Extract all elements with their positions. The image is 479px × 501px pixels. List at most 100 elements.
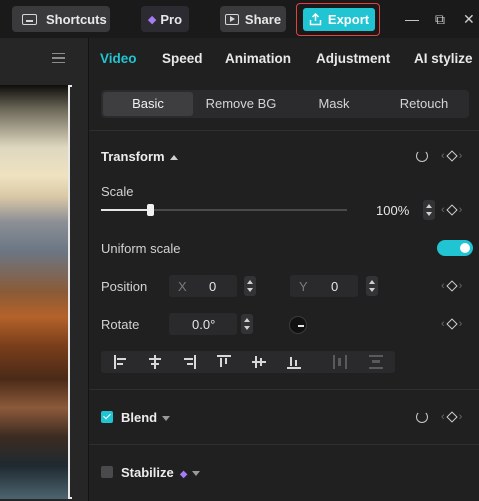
- next-keyframe-icon[interactable]: ›: [459, 204, 463, 216]
- scale-slider-fill: [101, 209, 151, 211]
- minimize-icon[interactable]: —: [405, 10, 419, 28]
- blend-title: Blend: [121, 410, 158, 425]
- uniform-scale-label: Uniform scale: [101, 241, 181, 256]
- y-axis-label: Y: [299, 279, 308, 294]
- blend-checkbox[interactable]: [101, 411, 113, 423]
- transform-title: Transform: [101, 149, 165, 164]
- next-keyframe-icon[interactable]: ›: [459, 318, 463, 330]
- share-label: Share: [244, 11, 282, 27]
- restore-icon[interactable]: ⧉: [435, 10, 445, 28]
- pro-label: Pro: [160, 11, 183, 27]
- divider: [89, 444, 479, 445]
- alignment-toolbar: [101, 351, 395, 373]
- rotate-dial[interactable]: [289, 316, 307, 334]
- keyframe-diamond-icon[interactable]: [446, 150, 458, 162]
- keyframe-transform[interactable]: ‹ ›: [441, 150, 462, 162]
- top-toolbar: Shortcuts ◆ Pro Share Export — ⧉ ✕: [0, 0, 479, 38]
- divider: [89, 389, 479, 390]
- subtab-basic[interactable]: Basic: [103, 92, 193, 116]
- position-x-value: 0: [209, 279, 217, 294]
- scale-stepper[interactable]: [423, 200, 435, 220]
- tab-adjustment[interactable]: Adjustment: [316, 51, 390, 66]
- divider: [89, 130, 479, 131]
- keyframe-scale[interactable]: ‹ ›: [441, 204, 462, 216]
- uniform-scale-toggle[interactable]: [437, 240, 473, 256]
- x-axis-label: X: [178, 279, 187, 294]
- scale-slider-handle[interactable]: [147, 204, 155, 216]
- next-keyframe-icon[interactable]: ›: [459, 150, 463, 162]
- stabilize-section-title[interactable]: Stabilize ◆: [121, 465, 201, 480]
- prev-keyframe-icon[interactable]: ‹: [441, 150, 445, 162]
- share-button[interactable]: Share: [220, 6, 286, 32]
- rotate-input[interactable]: 0.0°: [169, 313, 237, 335]
- crop-handle-bottom[interactable]: [68, 497, 72, 499]
- rotate-label: Rotate: [101, 317, 140, 332]
- align-left-icon[interactable]: [114, 355, 128, 369]
- diamond-icon: ◆: [147, 13, 157, 26]
- pro-diamond-icon: ◆: [179, 469, 188, 480]
- keyboard-icon: [22, 13, 37, 25]
- shortcuts-button[interactable]: Shortcuts: [12, 6, 110, 32]
- subtab-remove-bg[interactable]: Remove BG: [195, 92, 287, 116]
- prev-keyframe-icon[interactable]: ‹: [441, 411, 445, 423]
- preview-header: [0, 38, 88, 78]
- stabilize-checkbox[interactable]: [101, 466, 113, 478]
- subtab-retouch[interactable]: Retouch: [381, 92, 467, 116]
- rotate-value: 0.0°: [192, 317, 216, 332]
- stabilize-title: Stabilize: [121, 465, 174, 480]
- align-center-horizontal-icon[interactable]: [148, 355, 162, 369]
- next-keyframe-icon[interactable]: ›: [459, 411, 463, 423]
- scale-slider[interactable]: [101, 204, 347, 216]
- scale-value[interactable]: 100%: [376, 203, 409, 218]
- distribute-horizontal-icon[interactable]: [333, 355, 347, 369]
- position-y-stepper[interactable]: [366, 276, 378, 296]
- shortcuts-label: Shortcuts: [46, 11, 107, 27]
- player-preview: [0, 38, 88, 501]
- transform-section-title[interactable]: Transform: [101, 149, 178, 164]
- rotate-stepper[interactable]: [241, 314, 253, 334]
- keyframe-diamond-icon[interactable]: [446, 411, 458, 423]
- properties-panel: Video Speed Animation Adjustment AI styl…: [88, 38, 479, 501]
- keyframe-position[interactable]: ‹ ›: [441, 280, 462, 292]
- export-button[interactable]: Export: [303, 8, 375, 31]
- expand-icon: [192, 471, 201, 477]
- collapse-icon: [169, 155, 178, 161]
- tab-speed[interactable]: Speed: [162, 51, 203, 66]
- align-right-icon[interactable]: [182, 355, 196, 369]
- reset-icon[interactable]: [416, 150, 428, 162]
- video-frame[interactable]: [0, 85, 70, 499]
- align-center-vertical-icon[interactable]: [252, 355, 266, 369]
- prev-keyframe-icon[interactable]: ‹: [441, 280, 445, 292]
- prev-keyframe-icon[interactable]: ‹: [441, 318, 445, 330]
- tab-video[interactable]: Video: [100, 51, 137, 66]
- subtab-bar: Basic Remove BG Mask Retouch: [101, 90, 469, 118]
- keyframe-blend[interactable]: ‹ ›: [441, 411, 462, 423]
- share-icon: [224, 13, 239, 25]
- position-x-input[interactable]: X 0: [169, 275, 237, 297]
- keyframe-rotate[interactable]: ‹ ›: [441, 318, 462, 330]
- next-keyframe-icon[interactable]: ›: [459, 280, 463, 292]
- subtab-mask[interactable]: Mask: [289, 92, 379, 116]
- tab-ai-stylize[interactable]: AI stylize: [414, 51, 473, 66]
- position-y-input[interactable]: Y 0: [290, 275, 358, 297]
- align-top-icon[interactable]: [217, 355, 231, 369]
- keyframe-diamond-icon[interactable]: [446, 318, 458, 330]
- blend-section-title[interactable]: Blend: [121, 410, 171, 425]
- position-label: Position: [101, 279, 148, 294]
- pro-button[interactable]: ◆ Pro: [141, 6, 189, 32]
- crop-handle-top[interactable]: [68, 85, 72, 87]
- distribute-vertical-icon[interactable]: [369, 355, 383, 369]
- reset-icon[interactable]: [416, 411, 428, 423]
- close-icon[interactable]: ✕: [463, 10, 475, 28]
- align-bottom-icon[interactable]: [287, 355, 301, 369]
- keyframe-diamond-icon[interactable]: [446, 280, 458, 292]
- tab-animation[interactable]: Animation: [225, 51, 291, 66]
- export-icon: [309, 13, 322, 26]
- keyframe-diamond-icon[interactable]: [446, 204, 458, 216]
- panel-tabs: Video Speed Animation Adjustment AI styl…: [89, 38, 479, 78]
- menu-icon[interactable]: [52, 53, 65, 63]
- scale-label: Scale: [101, 184, 134, 199]
- prev-keyframe-icon[interactable]: ‹: [441, 204, 445, 216]
- position-x-stepper[interactable]: [244, 276, 256, 296]
- export-label: Export: [327, 12, 370, 27]
